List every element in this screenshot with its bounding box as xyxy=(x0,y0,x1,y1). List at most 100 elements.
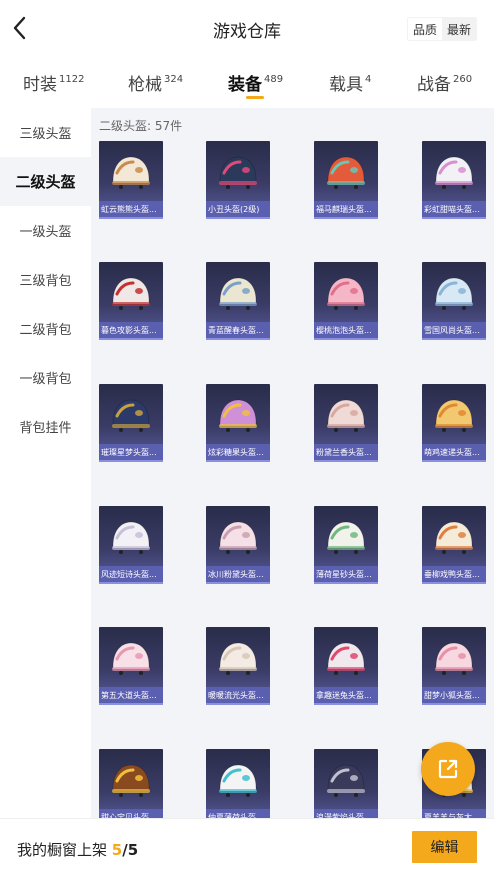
item-rarity-line xyxy=(422,460,486,462)
helmet-icon xyxy=(112,642,150,675)
showcase-current: 5 xyxy=(111,841,123,859)
item-card[interactable]: 浪漫紫焰头盔... xyxy=(314,749,378,818)
item-card[interactable]: 仲夏薄荷头盔... xyxy=(206,749,270,818)
tab-label: 时装 xyxy=(23,75,57,95)
item-rarity-line xyxy=(422,217,486,219)
tab-fashion[interactable]: 时装 1122 xyxy=(23,70,84,95)
sidebar-item-backpack-pendant[interactable]: 背包挂件 xyxy=(0,402,91,451)
helmet-icon xyxy=(435,156,473,189)
sidebar-item-level2-backpack[interactable]: 二级背包 xyxy=(0,304,91,353)
tab-count: 260 xyxy=(453,74,473,85)
showcase-footer: 我的橱窗上架 5/5 编辑 xyxy=(0,818,494,875)
sort-newest-button[interactable]: 最新 xyxy=(442,18,476,40)
item-name: 彩虹甜喵头盔... xyxy=(424,205,480,214)
category-tabs: 时装 1122 枪械 324 装备 489 载具 4 战备 260 xyxy=(0,58,494,108)
item-card[interactable]: 垂柳戏鸭头盔... xyxy=(422,506,486,584)
item-name: 虹云熊熊头盔... xyxy=(101,205,157,214)
item-name: 暮色攻影头盔... xyxy=(101,326,157,335)
item-count: 二级头盔: 57件 xyxy=(99,119,183,133)
item-name: 粉黛兰香头盔... xyxy=(316,448,372,457)
sidebar-item-level3-backpack[interactable]: 三级背包 xyxy=(0,255,91,304)
item-name: 福马麒瑞头盔... xyxy=(316,205,372,214)
item-card[interactable]: 小丑头盔(2级) xyxy=(206,141,270,219)
share-button[interactable] xyxy=(421,742,475,796)
item-name: 暖暖流光头盔... xyxy=(208,691,264,700)
item-card[interactable]: 璀璨星梦头盔... xyxy=(99,384,163,462)
item-grid-panel: 二级头盔: 57件 虹云熊熊头盔... 小丑头盔(2级) 福马麒瑞头盔... 彩虹甜喵… xyxy=(91,108,494,818)
item-rarity-line xyxy=(99,703,163,705)
tab-weapons[interactable]: 枪械 324 xyxy=(128,70,183,95)
item-name: 第五大道头盔... xyxy=(101,691,157,700)
item-rarity-line xyxy=(99,338,163,340)
item-name: 青蓝醒春头盔... xyxy=(208,326,264,335)
helmet-icon xyxy=(327,156,365,189)
helmet-icon xyxy=(327,642,365,675)
item-rarity-line xyxy=(422,338,486,340)
item-card[interactable]: 炫彩糖果头盔... xyxy=(206,384,270,462)
item-name: 雪国风尚头盔... xyxy=(424,326,480,335)
helmet-icon xyxy=(112,156,150,189)
item-rarity-line xyxy=(99,582,163,584)
item-name: 冰川粉黛头盔... xyxy=(208,570,264,579)
item-card[interactable]: 第五大道头盔... xyxy=(99,627,163,705)
item-rarity-line xyxy=(314,582,378,584)
tab-supplies[interactable]: 战备 260 xyxy=(417,70,472,95)
item-card[interactable]: 青蓝醒春头盔... xyxy=(206,262,270,340)
active-tab-indicator xyxy=(246,96,264,99)
sort-toggle: 品质 最新 xyxy=(406,17,477,41)
item-card[interactable]: 彩虹甜喵头盔... xyxy=(422,141,486,219)
item-name: 风迹短诗头盔... xyxy=(101,570,157,579)
sidebar-item-level1-helmet[interactable]: 一级头盔 xyxy=(0,206,91,255)
item-card[interactable]: 福马麒瑞头盔... xyxy=(314,141,378,219)
item-card[interactable]: 冰川粉黛头盔... xyxy=(206,506,270,584)
item-card[interactable]: 薄荷星砂头盔... xyxy=(314,506,378,584)
helmet-icon xyxy=(435,521,473,554)
item-rarity-line xyxy=(206,338,270,340)
tab-label: 枪械 xyxy=(128,75,162,95)
tab-count: 324 xyxy=(164,74,184,85)
item-card[interactable]: 暮色攻影头盔... xyxy=(99,262,163,340)
helmet-icon xyxy=(435,642,473,675)
item-name: 垂柳戏鸭头盔... xyxy=(424,570,480,579)
item-rarity-line xyxy=(206,703,270,705)
item-rarity-line xyxy=(206,217,270,219)
top-bar: 游戏仓库 品质 最新 xyxy=(0,0,494,58)
item-card[interactable]: 雪国风尚头盔... xyxy=(422,262,486,340)
helmet-icon xyxy=(327,399,365,432)
item-card[interactable]: 樱桃泡泡头盔... xyxy=(314,262,378,340)
item-card[interactable]: 虹云熊熊头盔... xyxy=(99,141,163,219)
helmet-icon xyxy=(327,521,365,554)
item-card[interactable]: 甜梦小狐头盔... xyxy=(422,627,486,705)
item-rarity-line xyxy=(206,582,270,584)
sidebar-item-level2-helmet[interactable]: 二级头盔 xyxy=(0,157,91,206)
tab-count: 489 xyxy=(264,74,284,85)
item-card[interactable]: 风迹短诗头盔... xyxy=(99,506,163,584)
item-card[interactable]: 暖暖流光头盔... xyxy=(206,627,270,705)
helmet-icon xyxy=(219,642,257,675)
item-card[interactable]: 拿趣迷兔头盔... xyxy=(314,627,378,705)
tab-count: 4 xyxy=(365,74,372,85)
helmet-icon xyxy=(112,399,150,432)
sidebar-item-level3-helmet[interactable]: 三级头盔 xyxy=(0,108,91,157)
showcase-total: /5 xyxy=(122,841,139,859)
tab-count: 1122 xyxy=(59,74,85,85)
tab-vehicles[interactable]: 载具 4 xyxy=(329,70,371,95)
edit-button[interactable]: 编辑 xyxy=(412,831,477,863)
sort-quality-button[interactable]: 品质 xyxy=(407,18,442,40)
item-card[interactable]: 粉黛兰香头盔... xyxy=(314,384,378,462)
item-name: 萌鸡速递头盔... xyxy=(424,448,480,457)
tab-label: 战备 xyxy=(417,75,451,95)
showcase-status: 我的橱窗上架 5/5 xyxy=(17,839,138,860)
helmet-icon xyxy=(327,764,365,797)
item-name: 炫彩糖果头盔... xyxy=(208,448,264,457)
helmet-icon xyxy=(219,399,257,432)
tab-label: 装备 xyxy=(228,75,262,95)
item-name: 小丑头盔(2级) xyxy=(208,205,260,214)
helmet-icon xyxy=(219,156,257,189)
item-card[interactable]: 萌鸡速递头盔... xyxy=(422,384,486,462)
tab-equipment[interactable]: 装备 489 xyxy=(228,70,283,95)
item-rarity-line xyxy=(422,582,486,584)
item-card[interactable]: 甜心宝贝头盔... xyxy=(99,749,163,818)
helmet-icon xyxy=(435,399,473,432)
sidebar-item-level1-backpack[interactable]: 一级背包 xyxy=(0,353,91,402)
